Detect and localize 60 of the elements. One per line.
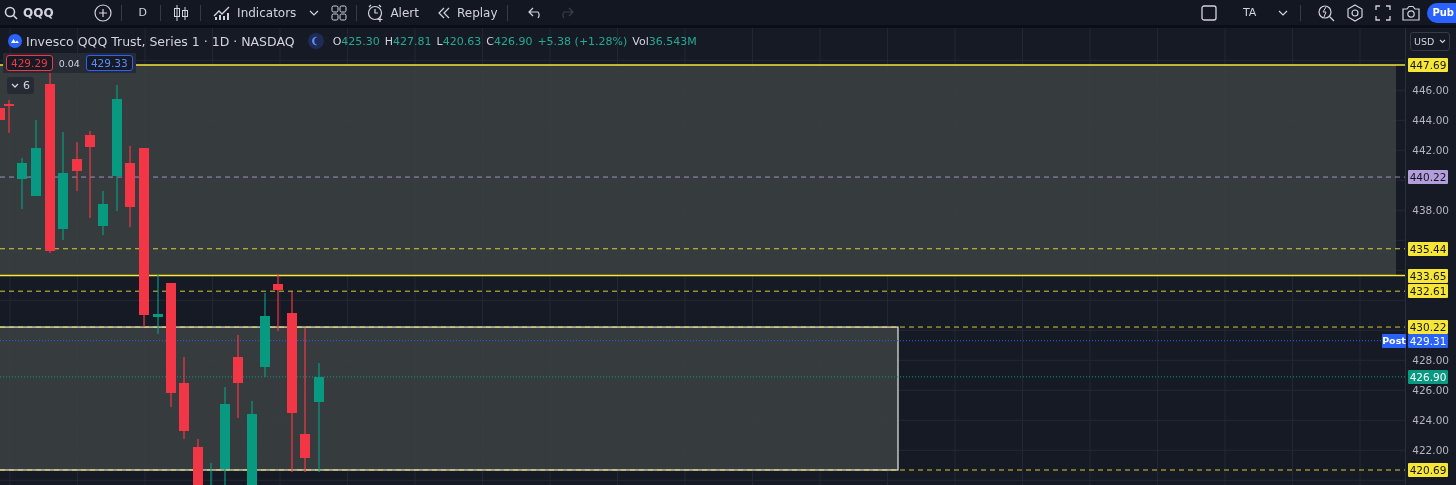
price-label: 442.00 [1412, 143, 1449, 158]
price-label: 444.00 [1412, 113, 1449, 128]
price-label: 424.00 [1412, 413, 1449, 428]
settings-icon[interactable] [1346, 3, 1365, 22]
chevron-icon [11, 83, 19, 88]
grid-icon[interactable] [331, 4, 348, 21]
square-icon[interactable] [1201, 4, 1217, 21]
price-label: 446.00 [1412, 83, 1449, 98]
interval-button[interactable]: D [138, 6, 148, 19]
price-tag: 435.44 [1408, 241, 1448, 256]
price-change: +5.38 (+1.28%) [537, 34, 628, 48]
buy-price-button[interactable]: 429.33 [85, 55, 133, 71]
caret-icon[interactable] [1278, 9, 1289, 16]
indicators-button[interactable]: Indicators [213, 4, 297, 21]
rewind-icon [436, 6, 451, 19]
symbol-search-button[interactable]: QQQ [4, 5, 54, 20]
price-label: 428.00 [1412, 353, 1449, 368]
publish-button[interactable]: Pub [1427, 2, 1456, 23]
fullscreen-icon[interactable] [1375, 4, 1392, 21]
logo-icon [8, 34, 22, 48]
price-tag: 426.90 [1408, 369, 1448, 384]
camera-icon[interactable] [1402, 4, 1421, 21]
price-tag: 440.22 [1408, 170, 1448, 185]
symbol-title: Invesco QQQ Trust, Series 1 · 1D · NASDAQ [26, 33, 295, 49]
price-label: 426.00 [1412, 383, 1449, 398]
candle [153, 274, 163, 335]
alert-button[interactable]: Alert [367, 3, 419, 22]
candle [98, 190, 108, 236]
volume-value: Vol36.543M [632, 34, 697, 48]
price-tag: 420.69 [1408, 463, 1448, 477]
price-label: 422.00 [1412, 443, 1449, 458]
lightning-search-icon[interactable] [1317, 3, 1336, 22]
candle [273, 273, 283, 332]
sell-price-button[interactable]: 429.29 [6, 55, 53, 71]
candle [17, 157, 27, 210]
price-tag: 447.69 [1408, 58, 1448, 72]
search-icon [4, 5, 18, 20]
indicators-toggle[interactable]: 6 [7, 77, 34, 94]
ohlc-value: L420.63 [436, 34, 482, 48]
ohlc-value: H427.81 [384, 34, 432, 48]
price-tag: 432.61 [1408, 284, 1448, 299]
price-label: 438.00 [1412, 203, 1449, 218]
alarm-clock-icon [367, 3, 386, 22]
candles-icon[interactable] [173, 3, 190, 22]
price-tag: 430.22 [1408, 320, 1448, 335]
replay-button[interactable]: Replay [436, 5, 498, 20]
add-symbol-icon[interactable] [93, 3, 112, 22]
price-tag: 433.65 [1408, 268, 1448, 283]
ohlc-value: O425.30 [332, 34, 380, 48]
caret-icon[interactable] [309, 9, 320, 16]
chart-icon [213, 4, 232, 21]
layout-button[interactable]: TA [1243, 6, 1257, 19]
spread-value: 0.04 [58, 57, 80, 69]
candle [193, 438, 203, 485]
caret-icon [1439, 39, 1446, 44]
price-line[interactable] [0, 376, 1405, 378]
ohlc-value: C426.90 [486, 34, 533, 48]
currency-dropdown[interactable]: USD [1410, 32, 1450, 51]
moon-icon [307, 33, 324, 49]
candle [72, 141, 82, 192]
